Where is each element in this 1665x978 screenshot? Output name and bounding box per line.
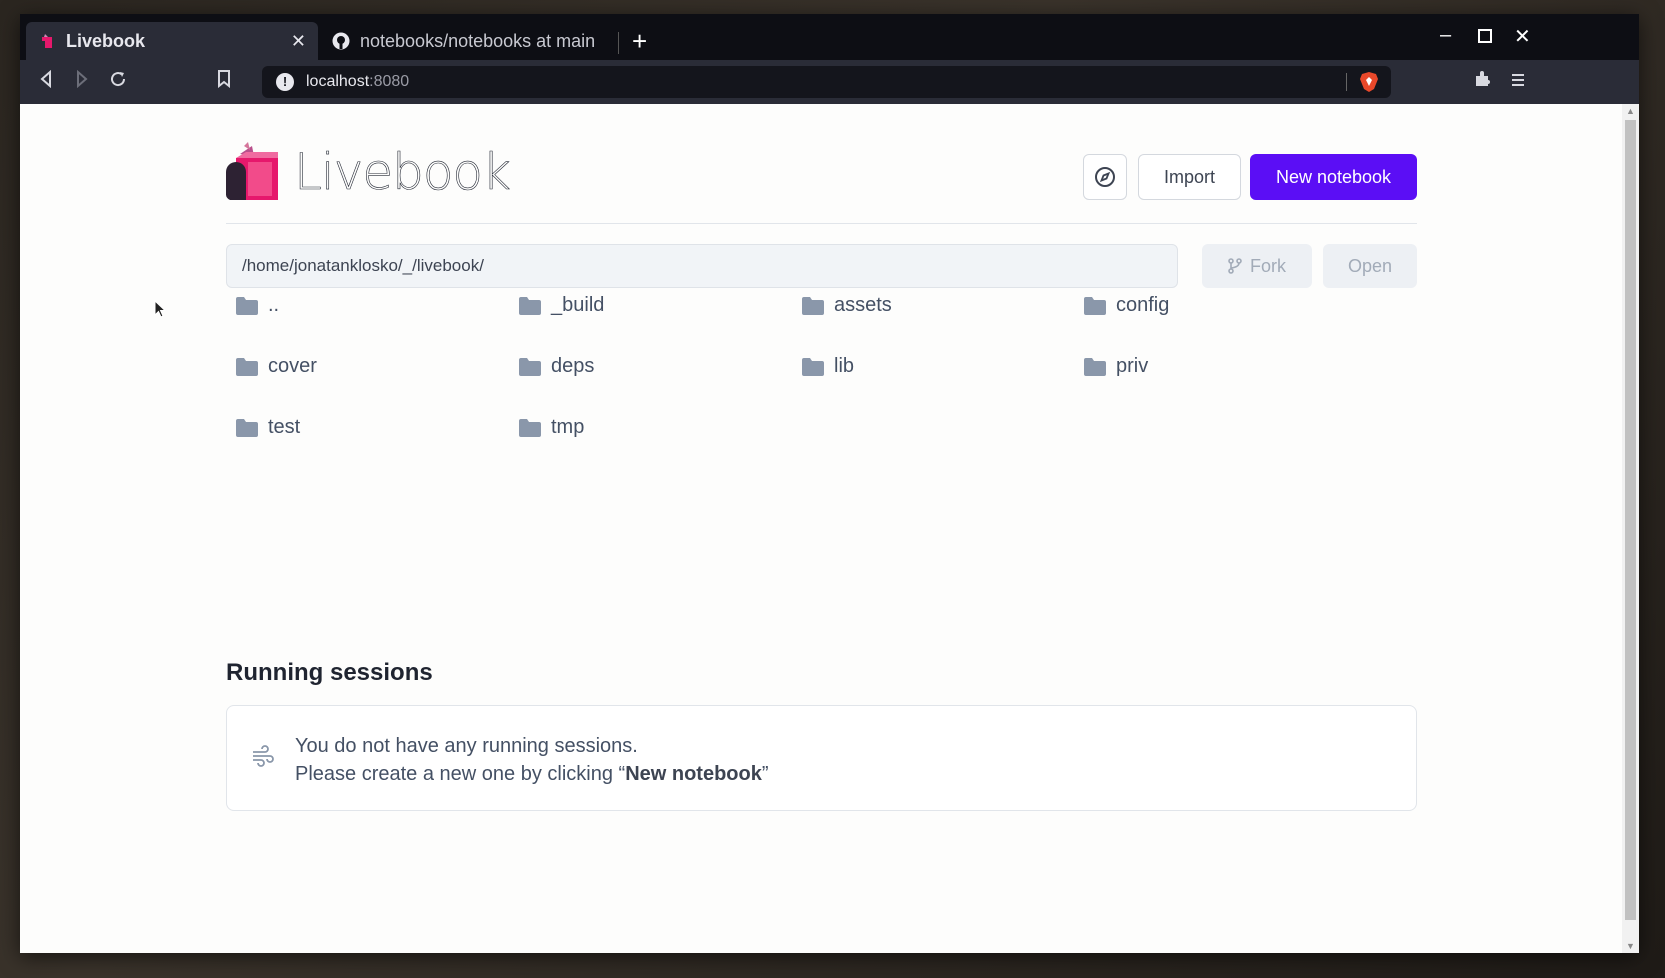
file-entry-name: priv	[1116, 355, 1149, 377]
import-button[interactable]: Import	[1138, 154, 1241, 200]
folder-icon	[519, 296, 541, 315]
file-entry[interactable]: priv	[1074, 355, 1148, 378]
path-input[interactable]: /home/jonatanklosko/_/livebook/	[226, 244, 1178, 288]
maximize-icon[interactable]	[1478, 26, 1492, 49]
tab-title: Livebook	[66, 30, 146, 51]
file-entry-name: lib	[834, 355, 855, 377]
file-entry-name: deps	[551, 355, 595, 377]
sessions-empty-line1: You do not have any running sessions.	[295, 735, 638, 757]
menu-icon[interactable]	[1506, 70, 1530, 94]
browser-window: Livebook ✕ notebooks/notebooks at main +…	[20, 14, 1639, 953]
file-entry[interactable]: tmp	[509, 416, 584, 439]
extensions-icon[interactable]	[1470, 70, 1494, 94]
minimize-icon[interactable]: –	[1440, 24, 1451, 47]
file-entry-name: ..	[268, 294, 280, 316]
folder-icon	[236, 296, 258, 315]
folder-icon	[802, 357, 824, 376]
page-content: Livebook Import New notebook /home/jonat…	[20, 104, 1639, 953]
page-scrollbar[interactable]: ▲ ▼	[1622, 104, 1639, 953]
file-entry[interactable]: cover	[226, 355, 317, 378]
open-button[interactable]: Open	[1323, 244, 1417, 288]
folder-icon	[802, 296, 824, 315]
url-separator	[1346, 73, 1347, 91]
forward-icon[interactable]	[70, 69, 94, 94]
main-content: Livebook Import New notebook /home/jonat…	[226, 104, 1417, 811]
file-entry[interactable]: test	[226, 416, 300, 439]
mouse-cursor-icon	[154, 299, 167, 323]
browser-toolbar: ! localhost:8080	[20, 60, 1639, 104]
running-sessions-title: Running sessions	[226, 659, 433, 686]
reload-icon[interactable]	[106, 70, 130, 94]
livebook-logo-icon	[226, 142, 278, 200]
sessions-empty-line2: Please create a new one by clicking “New…	[295, 763, 769, 785]
back-icon[interactable]	[34, 69, 58, 94]
scroll-up-icon[interactable]: ▲	[1626, 106, 1635, 116]
file-entry[interactable]: lib	[792, 355, 854, 378]
file-entry-name: _build	[551, 294, 605, 316]
scroll-down-icon[interactable]: ▼	[1626, 941, 1635, 951]
page-header: Livebook Import New notebook	[226, 104, 1417, 224]
github-icon	[332, 32, 350, 50]
new-tab-icon[interactable]: +	[632, 28, 647, 54]
tab-separator	[618, 32, 619, 54]
tab-strip: Livebook ✕ notebooks/notebooks at main +…	[20, 14, 1639, 60]
folder-icon	[519, 357, 541, 376]
site-info-icon[interactable]: !	[276, 73, 294, 91]
brave-shields-icon[interactable]	[1359, 71, 1379, 93]
fork-label: Fork	[1250, 255, 1286, 276]
scrollbar-thumb[interactable]	[1625, 120, 1636, 920]
file-entry-name: config	[1116, 294, 1170, 316]
fork-icon	[1228, 258, 1242, 274]
file-entry[interactable]: ..	[226, 294, 279, 317]
file-entry-name: test	[268, 416, 301, 438]
folder-icon	[1084, 357, 1106, 376]
compass-icon	[1095, 167, 1115, 187]
file-entry[interactable]: config	[1074, 294, 1169, 317]
livebook-logo[interactable]: Livebook	[226, 142, 512, 202]
file-entry-name: cover	[268, 355, 317, 377]
fork-button[interactable]: Fork	[1202, 244, 1312, 288]
folder-icon	[1084, 296, 1106, 315]
url-text: localhost:8080	[306, 73, 410, 90]
new-notebook-button[interactable]: New notebook	[1250, 154, 1417, 200]
tab-livebook[interactable]: Livebook ✕	[26, 22, 318, 60]
close-window-icon[interactable]: ✕	[1514, 24, 1531, 49]
explore-button[interactable]	[1083, 154, 1127, 200]
tab-github[interactable]: notebooks/notebooks at main	[320, 22, 616, 60]
wind-icon	[253, 745, 274, 767]
new-notebook-hint: New notebook	[625, 763, 762, 785]
file-entry-name: assets	[834, 294, 892, 316]
file-entry[interactable]: _build	[509, 294, 604, 317]
tab-title: notebooks/notebooks at main	[360, 30, 596, 51]
logo-text: Livebook	[294, 143, 512, 202]
sessions-empty-message: You do not have any running sessions. Pl…	[295, 732, 769, 788]
sessions-empty-state: You do not have any running sessions. Pl…	[226, 705, 1417, 811]
file-entry[interactable]: assets	[792, 294, 892, 317]
address-bar[interactable]: ! localhost:8080	[262, 66, 1391, 98]
folder-icon	[236, 357, 258, 376]
folder-icon	[519, 418, 541, 437]
livebook-favicon-icon	[38, 32, 56, 50]
file-entry-name: tmp	[551, 416, 585, 438]
folder-icon	[236, 418, 258, 437]
file-entry[interactable]: deps	[509, 355, 594, 378]
bookmark-icon[interactable]	[212, 70, 236, 94]
close-tab-icon[interactable]: ✕	[291, 31, 306, 52]
